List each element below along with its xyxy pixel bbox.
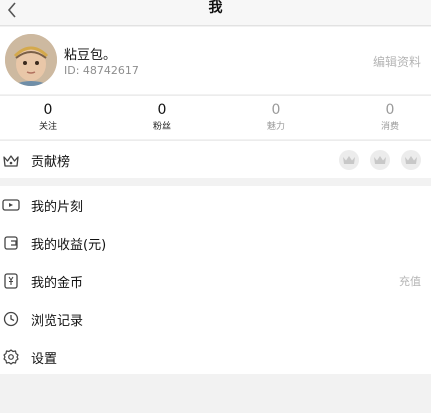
- contributor-slot[interactable]: [338, 150, 359, 170]
- wallet-icon: [4, 236, 18, 250]
- menu-item-my-earnings[interactable]: 我的收益(元): [0, 224, 431, 262]
- stat-label: 关注: [38, 122, 57, 132]
- edit-profile-link[interactable]: 编辑资料: [373, 53, 421, 70]
- stat-spending[interactable]: 0 消费: [360, 102, 420, 133]
- top-bar: 我: [0, 0, 431, 26]
- stat-charm[interactable]: 0 魅力: [246, 102, 306, 133]
- clock-icon: [3, 311, 19, 327]
- video-icon: [2, 199, 20, 211]
- stat-value: 0: [271, 102, 281, 118]
- stat-fans[interactable]: 0 粉丝: [132, 102, 192, 133]
- stat-value: 0: [43, 102, 53, 118]
- menu-label: 我的金币: [31, 276, 84, 291]
- stat-following[interactable]: 0 关注: [18, 102, 78, 133]
- nickname: 粘豆包。: [64, 48, 117, 63]
- contributor-slot[interactable]: [369, 150, 390, 170]
- menu-item-browsing-history[interactable]: 浏览记录: [0, 300, 431, 338]
- crown-icon: [3, 155, 19, 167]
- menu-label: 我的收益(元): [31, 238, 107, 253]
- stat-value: 0: [385, 102, 395, 118]
- contribution-ranking-row[interactable]: 贡献榜: [0, 140, 431, 178]
- stat-label: 消费: [380, 122, 399, 132]
- menu-label: 设置: [31, 352, 58, 367]
- contributor-slot[interactable]: [401, 150, 421, 170]
- avatar[interactable]: [5, 34, 57, 86]
- gear-icon: [3, 349, 19, 365]
- stat-label: 魅力: [266, 122, 285, 132]
- stat-value: 0: [157, 102, 167, 118]
- coin-icon: [4, 273, 18, 289]
- stats-bar: 0 关注 0 粉丝 0 魅力 0 消费: [0, 95, 431, 139]
- crown-icon: [342, 156, 355, 164]
- contribution-label: 贡献榜: [31, 155, 71, 170]
- menu-item-settings[interactable]: 设置: [0, 338, 431, 376]
- crown-icon: [373, 156, 386, 164]
- menu-label: 我的片刻: [31, 200, 84, 215]
- menu-item-my-moments[interactable]: 我的片刻: [0, 186, 431, 224]
- top-contributors: [333, 150, 421, 174]
- page-title: 我: [208, 0, 223, 16]
- menu-list: 我的片刻 我的收益(元) 我的金币 充值 浏览记录 设置: [0, 186, 431, 374]
- user-id: ID: 48742617: [64, 64, 139, 77]
- crown-icon: [405, 156, 417, 164]
- menu-item-my-coins[interactable]: 我的金币 充值: [0, 262, 431, 300]
- stat-label: 粉丝: [152, 122, 171, 132]
- recharge-link[interactable]: 充值: [399, 273, 421, 289]
- menu-label: 浏览记录: [31, 314, 84, 329]
- profile-card[interactable]: 粘豆包。 ID: 48742617 编辑资料: [0, 27, 431, 94]
